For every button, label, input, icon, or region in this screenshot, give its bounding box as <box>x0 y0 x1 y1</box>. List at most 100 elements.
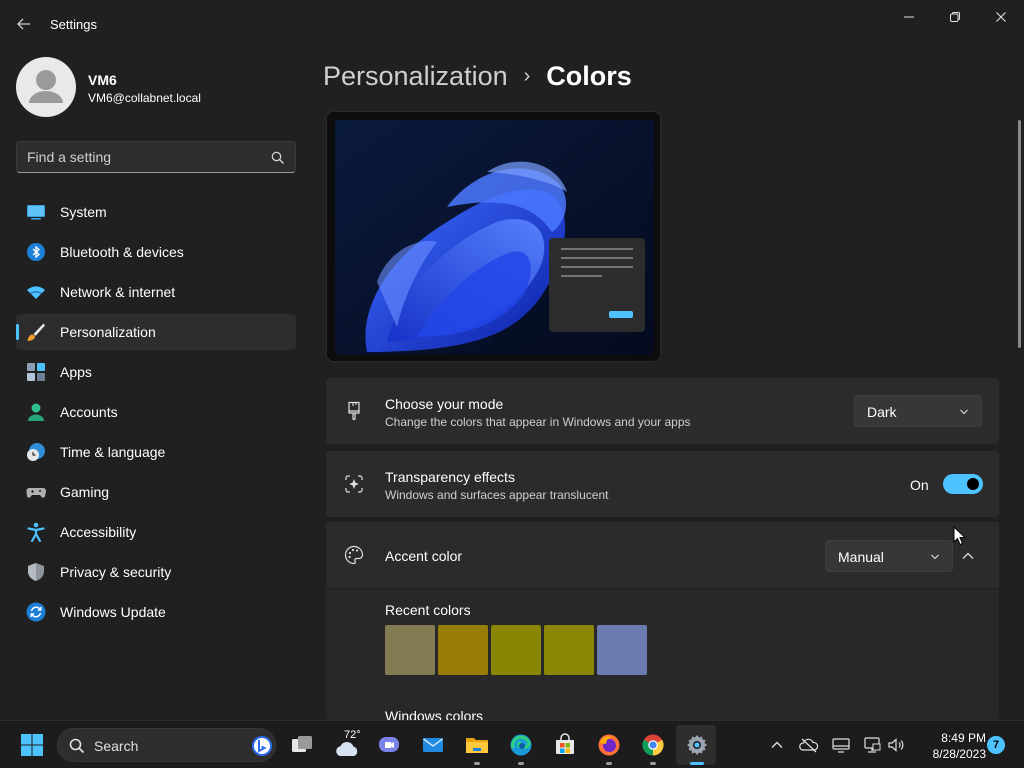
sidebar-item-label: System <box>60 204 107 220</box>
accounts-icon <box>28 403 44 421</box>
minimize-button[interactable] <box>886 4 932 30</box>
windows-logo-icon <box>21 734 43 756</box>
store-icon <box>556 733 574 754</box>
accent-card-header[interactable]: Accent color Manual <box>326 522 999 589</box>
user-name: VM6 <box>88 72 117 88</box>
breadcrumb-parent-link[interactable]: Personalization <box>323 61 508 92</box>
transparency-toggle-state: On <box>910 477 929 493</box>
update-icon <box>26 602 46 622</box>
avatar[interactable] <box>16 57 76 117</box>
apps-icon <box>27 363 45 381</box>
sidebar-item-label: Bluetooth & devices <box>60 244 184 260</box>
sidebar-item-label: Time & language <box>60 444 166 460</box>
brush-icon <box>27 323 45 341</box>
start-button[interactable] <box>16 729 48 761</box>
chevron-down-icon <box>931 554 939 560</box>
toggle-knob <box>967 478 979 490</box>
store-button[interactable] <box>549 729 581 761</box>
restore-button[interactable] <box>932 4 978 30</box>
close-icon <box>996 12 1006 22</box>
taskbar-clock[interactable]: 8:49 PM 8/28/2023 <box>912 730 986 762</box>
search-input[interactable] <box>27 148 257 166</box>
running-indicator <box>474 762 480 765</box>
sidebar-item-label: Gaming <box>60 484 110 500</box>
weather-temperature: 72° <box>344 729 361 741</box>
sidebar-item-privacy[interactable]: Privacy & security <box>16 554 296 590</box>
color-swatch[interactable] <box>597 625 647 675</box>
gear-icon <box>687 735 707 755</box>
mode-title: Choose your mode <box>385 396 504 412</box>
sidebar-item-label: Privacy & security <box>60 564 172 580</box>
mail-button[interactable] <box>417 729 449 761</box>
gamepad-icon <box>26 487 46 498</box>
settings-search[interactable] <box>16 141 296 173</box>
volume-icon[interactable] <box>886 735 906 755</box>
wifi-icon <box>27 286 45 299</box>
accent-card: Accent color Manual Recent colors Window… <box>326 522 999 724</box>
sidebar-item-network[interactable]: Network & internet <box>16 274 296 310</box>
theme-preview <box>326 111 661 362</box>
running-indicator <box>518 762 524 765</box>
sidebar-item-label: Accounts <box>60 404 118 420</box>
bloom-wallpaper-image <box>327 112 660 361</box>
color-swatch[interactable] <box>544 625 594 675</box>
teams-chat-button[interactable] <box>373 729 405 761</box>
taskbar-search[interactable]: Search <box>57 728 276 762</box>
task-view-icon <box>292 736 312 752</box>
sidebar-item-windows-update[interactable]: Windows Update <box>16 594 296 630</box>
breadcrumb: Personalization › Colors <box>323 58 632 94</box>
sidebar-item-bluetooth[interactable]: Bluetooth & devices <box>16 234 296 270</box>
task-view-button[interactable] <box>286 729 318 761</box>
mode-description: Change the colors that appear in Windows… <box>385 415 691 429</box>
notification-badge[interactable]: 7 <box>987 736 1005 754</box>
transparency-sparkle-icon <box>345 475 363 493</box>
sidebar-item-apps[interactable]: Apps <box>16 354 296 390</box>
accent-dropdown[interactable]: Manual <box>825 540 953 572</box>
sidebar-item-accessibility[interactable]: Accessibility <box>16 514 296 550</box>
cloud-icon <box>336 741 358 756</box>
sidebar-nav: System Bluetooth & devices Network & int… <box>16 194 296 634</box>
color-swatch[interactable] <box>491 625 541 675</box>
display-icon[interactable] <box>831 735 851 755</box>
sidebar-item-gaming[interactable]: Gaming <box>16 474 296 510</box>
page-title: Colors <box>546 60 632 91</box>
chrome-icon <box>642 734 664 756</box>
system-icon <box>27 205 45 220</box>
transparency-title: Transparency effects <box>385 469 515 485</box>
onedrive-offline-icon[interactable] <box>799 735 819 755</box>
chevron-down-icon <box>960 409 968 415</box>
firefox-button[interactable] <box>593 729 625 765</box>
chevron-up-icon[interactable] <box>767 735 787 755</box>
clock-globe-icon <box>27 443 45 461</box>
sidebar-item-system[interactable]: System <box>16 194 296 230</box>
taskbar-search-label: Search <box>94 738 139 754</box>
sidebar-item-time-language[interactable]: Time & language <box>16 434 296 470</box>
transparency-card: Transparency effects Windows and surface… <box>326 451 999 517</box>
content-scrollbar[interactable] <box>1018 120 1021 348</box>
chrome-button[interactable] <box>637 729 669 765</box>
bluetooth-icon <box>27 243 45 261</box>
file-explorer-button[interactable] <box>461 729 493 765</box>
sidebar-item-accounts[interactable]: Accounts <box>16 394 296 430</box>
mode-dropdown[interactable]: Dark <box>854 395 982 427</box>
close-button[interactable] <box>978 4 1024 30</box>
window-title: Settings <box>50 17 97 32</box>
minimize-icon <box>904 16 914 18</box>
settings-taskbar-button[interactable] <box>681 729 713 765</box>
network-icon[interactable] <box>862 735 882 755</box>
sidebar-item-personalization[interactable]: Personalization <box>16 314 296 350</box>
chevron-up-icon[interactable] <box>960 548 976 564</box>
back-button[interactable] <box>14 14 34 34</box>
color-swatch[interactable] <box>385 625 435 675</box>
mode-selected-value: Dark <box>867 404 897 420</box>
restore-icon <box>950 12 960 22</box>
edge-button[interactable] <box>505 729 537 765</box>
firefox-icon <box>598 734 620 756</box>
accent-title: Accent color <box>385 548 463 564</box>
search-icon <box>69 738 85 754</box>
transparency-toggle[interactable] <box>943 474 983 494</box>
sidebar-item-label: Apps <box>60 364 92 380</box>
chevron-right-icon: › <box>523 64 531 87</box>
accessibility-icon <box>27 522 45 542</box>
color-swatch[interactable] <box>438 625 488 675</box>
